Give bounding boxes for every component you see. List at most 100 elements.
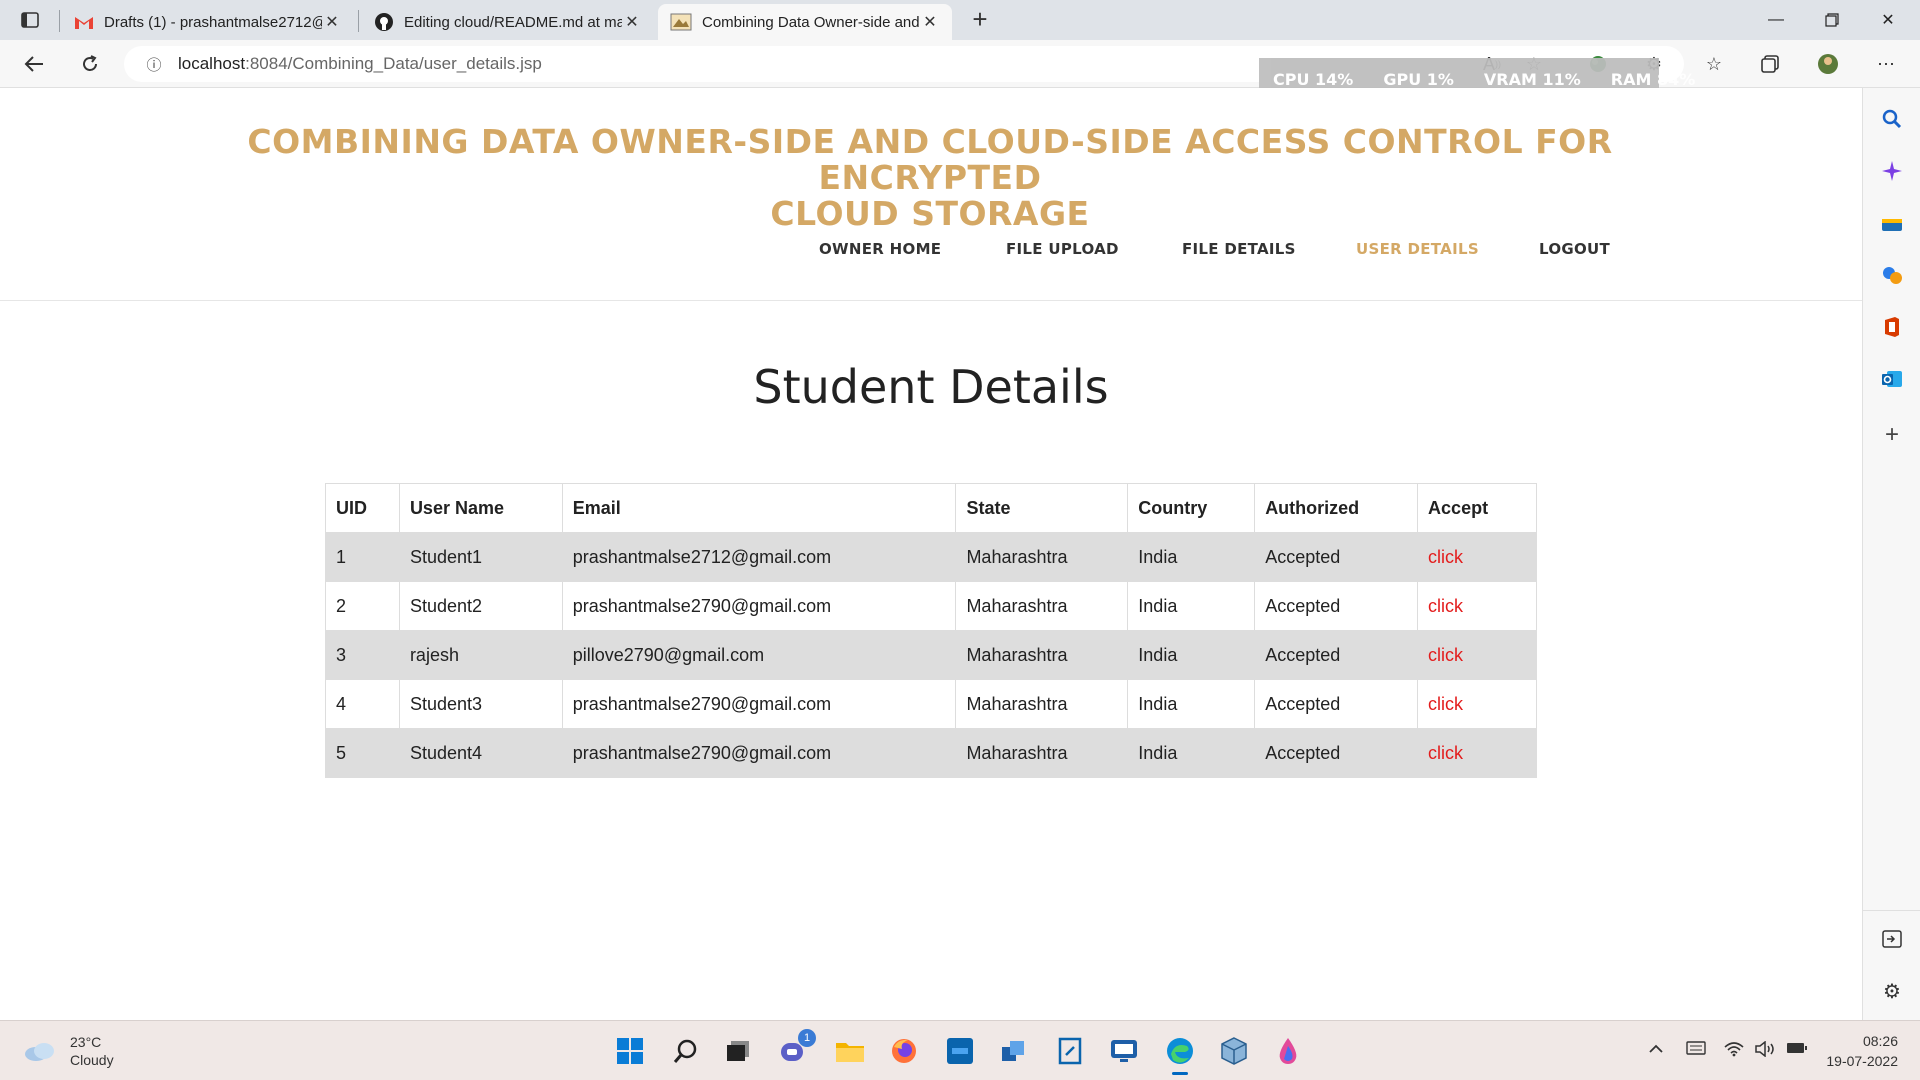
chevron-up-icon (1649, 1044, 1663, 1053)
network-app-icon (1002, 1041, 1024, 1061)
edge-sidebar: + ⚙ (1862, 88, 1920, 1020)
app-tile-icon (947, 1038, 973, 1064)
keyboard-icon[interactable] (1686, 1041, 1706, 1060)
tab-title: Editing cloud/README.md at ma (404, 13, 622, 31)
cell-state: Maharashtra (955, 581, 1129, 631)
sticky-app-button[interactable] (1052, 1033, 1088, 1069)
new-tab-button[interactable]: + (966, 6, 994, 34)
remote-desktop-button[interactable] (1106, 1033, 1142, 1069)
site-icon (670, 13, 692, 31)
cell-uid: 2 (325, 581, 400, 631)
virtualbox-icon (1221, 1037, 1247, 1065)
wifi-icon[interactable] (1724, 1041, 1744, 1062)
column-header-state: State (955, 483, 1129, 533)
nav-file-upload[interactable]: FILE UPLOAD (1006, 240, 1119, 258)
favorites-icon[interactable]: ☆ (1700, 50, 1728, 78)
chat-button[interactable]: 1 (776, 1029, 816, 1069)
start-button[interactable] (612, 1033, 648, 1069)
cell-user-name: Student3 (398, 679, 563, 729)
accept-click-link[interactable]: click (1428, 694, 1463, 714)
clock-date: 19-07-2022 (1826, 1053, 1898, 1069)
chat-badge: 1 (798, 1029, 816, 1047)
cell-authorized: Accepted (1254, 679, 1419, 729)
cell-country: India (1127, 728, 1256, 778)
cell-state: Maharashtra (955, 728, 1129, 778)
page-heading: Student Details (753, 360, 1109, 414)
url-text: localhost:8084/Combining_Data/user_detai… (178, 54, 542, 74)
accept-click-link[interactable]: click (1428, 743, 1463, 763)
search-icon[interactable] (1877, 104, 1907, 134)
cell-email: prashantmalse2790@gmail.com (561, 679, 957, 729)
refresh-button[interactable] (72, 48, 108, 80)
virtualbox-button[interactable] (1216, 1033, 1252, 1069)
tab-separator (59, 10, 60, 32)
weather-widget[interactable]: 23°C Cloudy (22, 1033, 114, 1069)
cell-email: prashantmalse2790@gmail.com (561, 728, 957, 778)
file-explorer-button[interactable] (832, 1033, 868, 1069)
close-window-button[interactable]: ✕ (1860, 0, 1916, 40)
app-button-blue[interactable] (942, 1033, 978, 1069)
tab-title: Drafts (1) - prashantmalse2712@ (104, 13, 322, 31)
close-tab-icon[interactable]: ✕ (920, 12, 940, 32)
site-info-icon[interactable]: ⓘ (134, 54, 174, 75)
games-icon[interactable] (1877, 260, 1907, 290)
table-row: 4 Student3 prashantmalse2790@gmail.com M… (325, 679, 1537, 729)
cell-authorized: Accepted (1254, 728, 1419, 778)
cell-user-name: rajesh (398, 630, 563, 680)
cloudy-weather-icon (25, 1043, 54, 1061)
site-title: COMBINING DATA OWNER-SIDE AND CLOUD-SIDE… (230, 124, 1630, 232)
cell-email: prashantmalse2790@gmail.com (561, 581, 957, 631)
url-host: localhost (178, 54, 246, 73)
hide-sidebar-icon[interactable] (1877, 924, 1907, 954)
student-details-table: UID User Name Email State Country Author… (325, 483, 1537, 778)
collections-icon[interactable] (1756, 50, 1784, 78)
clock-time: 08:26 (1862, 1033, 1898, 1049)
tab-combining-data[interactable]: Combining Data Owner-side and ✕ (658, 4, 952, 40)
shopping-bag-icon[interactable] (1877, 208, 1907, 238)
close-tab-icon[interactable]: ✕ (322, 12, 342, 32)
restore-button[interactable] (1804, 0, 1860, 40)
network-app-button[interactable] (996, 1033, 1032, 1069)
ram-readout: RAM 84% (1610, 69, 1696, 89)
profile-avatar-icon[interactable] (1814, 50, 1842, 78)
cell-uid: 4 (325, 679, 400, 729)
copilot-sparkle-icon[interactable] (1877, 156, 1907, 186)
close-tab-icon[interactable]: ✕ (622, 12, 642, 32)
accept-click-link[interactable]: click (1428, 645, 1463, 665)
edge-browser-button[interactable] (1162, 1033, 1198, 1075)
outlook-icon[interactable] (1877, 364, 1907, 394)
tab-gmail[interactable]: Drafts (1) - prashantmalse2712@ ✕ (62, 4, 354, 40)
firefox-button[interactable] (886, 1033, 922, 1069)
minimize-button[interactable]: — (1748, 0, 1804, 40)
accept-click-link[interactable]: click (1428, 547, 1463, 567)
taskbar-clock[interactable]: 08:26 19-07-2022 (1826, 1031, 1898, 1071)
task-view-button[interactable] (720, 1033, 756, 1069)
cpu-readout: CPU 14% (1273, 69, 1354, 89)
cell-user-name: Student4 (398, 728, 563, 778)
cell-uid: 3 (325, 630, 400, 680)
paint-app-button[interactable] (1270, 1033, 1306, 1069)
cell-accept: click (1417, 728, 1537, 778)
sidebar-settings-icon[interactable]: ⚙ (1877, 976, 1907, 1006)
gpu-readout: GPU 1% (1383, 69, 1454, 89)
more-menu-icon[interactable]: ⋯ (1872, 50, 1900, 78)
accept-click-link[interactable]: click (1428, 596, 1463, 616)
taskbar-search-button[interactable] (668, 1033, 704, 1069)
add-sidebar-app-icon[interactable]: + (1877, 420, 1907, 450)
volume-icon[interactable] (1754, 1040, 1776, 1062)
office-icon[interactable] (1877, 312, 1907, 342)
battery-icon[interactable] (1786, 1041, 1808, 1060)
show-hidden-icons-button[interactable] (1648, 1041, 1664, 1059)
search-icon (673, 1039, 697, 1063)
nav-file-details[interactable]: FILE DETAILS (1182, 240, 1296, 258)
windows-taskbar: 23°C Cloudy 1 08:26 19-07-2022 (0, 1020, 1920, 1080)
nav-user-details[interactable]: USER DETAILS (1356, 240, 1479, 258)
nav-owner-home[interactable]: OWNER HOME (819, 240, 941, 258)
tab-actions-button[interactable] (14, 8, 46, 32)
cell-user-name: Student2 (398, 581, 563, 631)
column-header-user-name: User Name (398, 483, 563, 533)
tab-github[interactable]: Editing cloud/README.md at ma ✕ (362, 4, 654, 40)
nav-divider (0, 300, 1862, 301)
nav-logout[interactable]: LOGOUT (1539, 240, 1610, 258)
back-button[interactable] (16, 48, 52, 80)
